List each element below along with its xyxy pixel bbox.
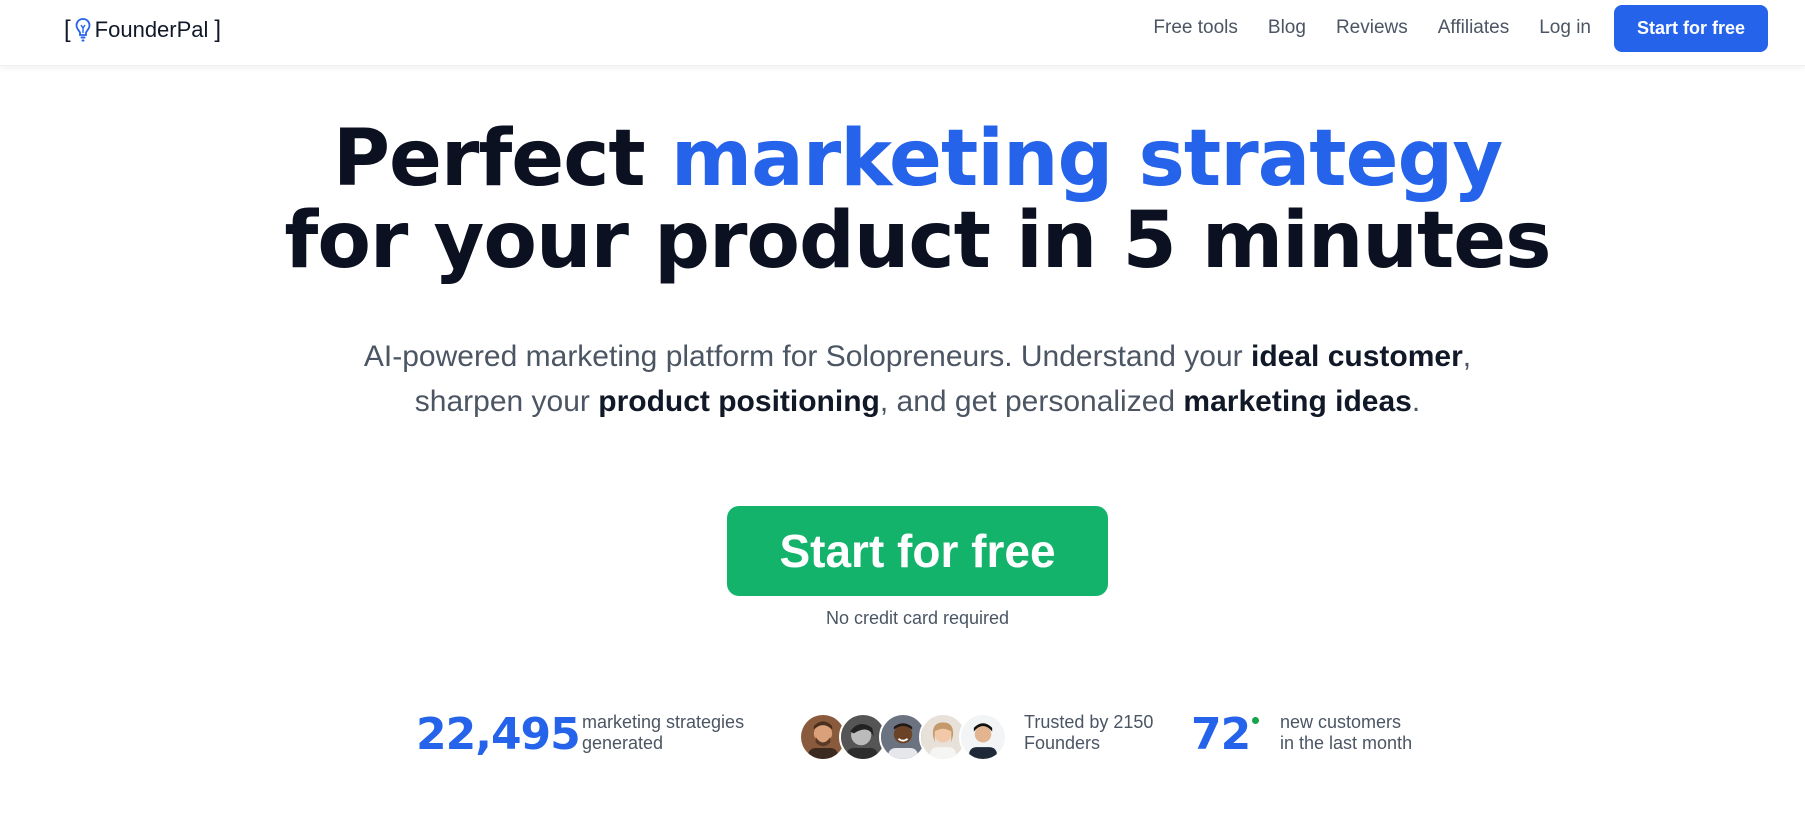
founder-avatars — [799, 713, 1007, 761]
hero-start-button[interactable]: Start for free — [727, 506, 1108, 596]
live-indicator-dot — [1252, 717, 1259, 724]
hero-title-accent: marketing strategy — [670, 114, 1503, 204]
strategies-label-line2: generated — [582, 733, 664, 753]
hero-title-part1: Perfect — [332, 114, 671, 204]
subtitle-text: sharpen your — [414, 385, 599, 418]
logo-bracket-open: [ — [64, 16, 71, 43]
lightbulb-icon — [75, 18, 91, 42]
hero-title-line2: for your product in 5 minutes — [284, 196, 1551, 286]
nav-affiliates[interactable]: Affiliates — [1438, 17, 1509, 39]
nav-log-in[interactable]: Log in — [1539, 17, 1591, 39]
header-start-button[interactable]: Start for free — [1614, 5, 1768, 52]
main-nav: Free tools Blog Reviews Affiliates Log i… — [1153, 17, 1591, 39]
subtitle-text: AI-powered marketing platform for Solopr… — [363, 340, 1251, 373]
nav-free-tools[interactable]: Free tools — [1153, 17, 1237, 39]
subtitle-text: , — [1462, 340, 1472, 373]
logo-text: FounderPal — [94, 17, 209, 42]
strategies-label: marketing strategies generated — [582, 712, 744, 754]
strategies-label-line1: marketing strategies — [582, 712, 745, 732]
hero-title: Perfect marketing strategy for your prod… — [0, 118, 1805, 282]
avatar — [959, 713, 1007, 761]
subtitle-text: . — [1411, 385, 1421, 418]
subtitle-text: , and get personalized — [879, 385, 1184, 418]
new-customers-count: 72 — [1191, 709, 1251, 760]
new-customers-label-line1: new customers — [1280, 712, 1402, 732]
nav-blog[interactable]: Blog — [1268, 17, 1306, 39]
subtitle-marketing-ideas: marketing ideas — [1183, 385, 1412, 418]
nav-reviews[interactable]: Reviews — [1336, 17, 1408, 39]
logo[interactable]: [ FounderPal ] — [64, 14, 221, 46]
no-credit-card-note: No credit card required — [825, 608, 1010, 628]
site-header: [ FounderPal ] Free tools Blog Reviews A… — [0, 0, 1805, 66]
new-customers-label: new customers in the last month — [1280, 712, 1412, 754]
subtitle-product-positioning: product positioning — [598, 385, 880, 418]
trusted-label-line2: Founders — [1024, 733, 1101, 753]
trusted-label: Trusted by 2150 Founders — [1024, 712, 1153, 754]
hero-subtitle: AI-powered marketing platform for Solopr… — [0, 334, 1805, 424]
strategies-count: 22,495 — [416, 709, 581, 760]
logo-bracket-close: ] — [214, 16, 222, 43]
new-customers-label-line2: in the last month — [1280, 733, 1413, 753]
trusted-label-line1: Trusted by 2150 — [1024, 712, 1154, 732]
subtitle-ideal-customer: ideal customer — [1251, 340, 1463, 373]
